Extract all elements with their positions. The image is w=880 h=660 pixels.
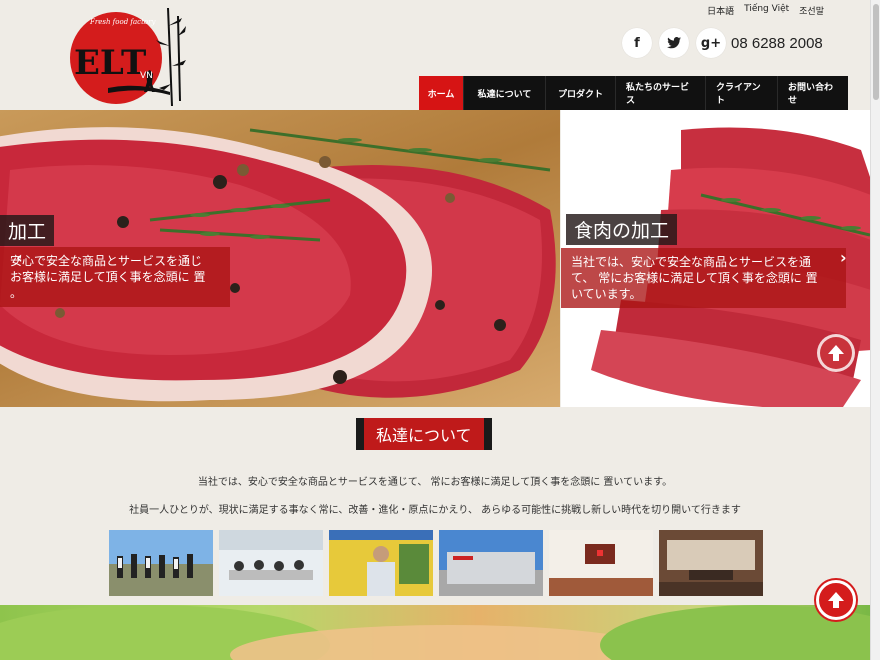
scroll-top-icon-faded[interactable]: [817, 334, 855, 372]
lang-vietnamese[interactable]: Tiếng Việt: [744, 4, 789, 17]
gallery-thumbnails: [109, 530, 763, 596]
gallery-photo-lobby[interactable]: [549, 530, 653, 596]
lang-japanese[interactable]: 日本語: [707, 4, 734, 17]
heading-accent-bar-right: [483, 418, 492, 450]
language-switcher: 日本語 Tiếng Việt 조선말: [707, 4, 824, 17]
hero-slider: 加工 安心で安全な商品とサービスを通じ お客様に満足して頂く事を念頭に 置 。 …: [0, 110, 870, 407]
featured-section-banner: [0, 605, 870, 660]
logo-tagline: Fresh food factory: [89, 18, 156, 26]
slider-next-arrow[interactable]: ›: [840, 248, 847, 267]
slider-prev-arrow[interactable]: ‹: [16, 248, 23, 267]
page: ELT VN Fresh food factory 日本語 Tiếng Việt…: [0, 0, 880, 660]
lang-korean[interactable]: 조선말: [799, 4, 824, 17]
about-paragraph-2: 社員一人ひとりが、現状に満足する事なく常に、改善・進化・原点にかえり、 あらゆる…: [129, 505, 741, 516]
scrollbar-thumb[interactable]: [873, 4, 879, 100]
page-scrollbar[interactable]: [870, 0, 880, 660]
slide-a-title: 加工: [0, 215, 55, 246]
nav-products[interactable]: プロダクト: [546, 76, 616, 110]
nav-clients[interactable]: クライアント: [706, 76, 778, 110]
phone-number[interactable]: 08 6288 2008: [731, 35, 823, 52]
slide-a-line-1: 安心で安全な商品とサービスを通じ: [10, 254, 203, 268]
scroll-top-icon[interactable]: [816, 580, 856, 620]
logo-text: ELT: [74, 43, 146, 83]
gallery-photo-speaker[interactable]: [329, 530, 433, 596]
nav-services[interactable]: 私たちのサービス: [616, 76, 706, 110]
google-plus-icon[interactable]: g+: [696, 28, 726, 58]
slide-b-line-2: て、 常にお客様に満足して頂く事を念頭に 置: [571, 271, 818, 285]
social-links: f g+: [622, 28, 726, 58]
slide-a-line-3: 。: [10, 286, 23, 300]
gallery-photo-meeting[interactable]: [219, 530, 323, 596]
slide-a-line-2: お客様に満足して頂く事を念頭に 置: [10, 270, 206, 284]
gallery-photo-building[interactable]: [439, 530, 543, 596]
facebook-icon[interactable]: f: [622, 28, 652, 58]
heading-accent-bar: [356, 418, 364, 450]
hero-slide-meat-board: 加工 安心で安全な商品とサービスを通じ お客様に満足して頂く事を念頭に 置 。 …: [0, 110, 560, 407]
slide-a-caption: 安心で安全な商品とサービスを通じ お客様に満足して頂く事を念頭に 置 。: [0, 247, 230, 307]
slide-b-title: 食肉の加工: [566, 214, 678, 245]
twitter-icon[interactable]: [659, 28, 689, 58]
about-title: 私達について: [364, 418, 484, 450]
gallery-photo-group[interactable]: [109, 530, 213, 596]
slide-b-line-1: 当社では、安心で安全な商品とサービスを通: [571, 255, 812, 269]
site-logo[interactable]: ELT VN Fresh food factory: [68, 6, 190, 110]
nav-about[interactable]: 私達について: [464, 76, 546, 110]
slide-b-caption: 当社では、安心で安全な商品とサービスを通 て、 常にお客様に満足して頂く事を念頭…: [561, 248, 846, 308]
nav-contact[interactable]: お問い合わせ: [778, 76, 848, 110]
nav-home[interactable]: ホーム: [419, 76, 464, 110]
about-heading: 私達について: [356, 418, 492, 450]
hero-slide-meat-slices: 食肉の加工 当社では、安心で安全な商品とサービスを通 て、 常にお客様に満足して…: [561, 110, 870, 407]
main-nav: ホーム 私達について プロダクト 私たちのサービス クライアント お問い合わせ: [419, 76, 848, 110]
slide-b-line-3: いています。: [571, 287, 642, 301]
logo-sub: VN: [140, 71, 153, 81]
gallery-photo-office[interactable]: [659, 530, 763, 596]
about-paragraph-1: 当社では、安心で安全な商品とサービスを通じて、 常にお客様に満足して頂く事を念頭…: [197, 477, 673, 488]
